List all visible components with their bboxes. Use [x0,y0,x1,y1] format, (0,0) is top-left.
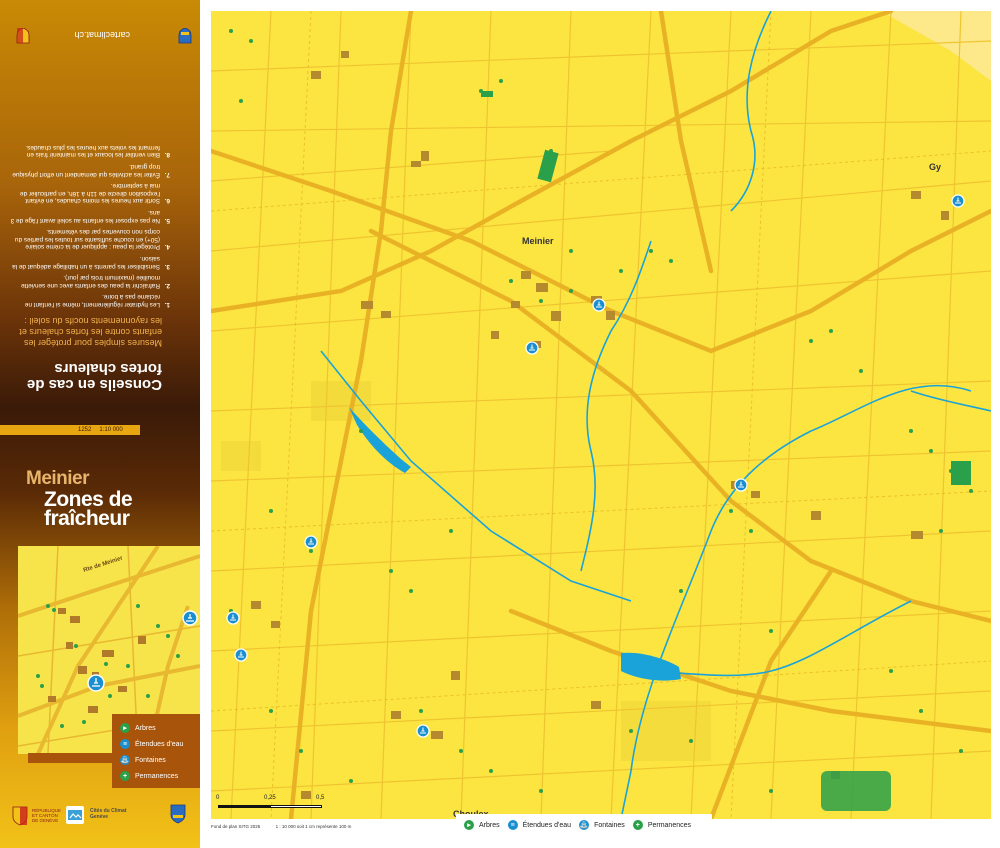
website-url[interactable]: carteclimat.ch [74,30,130,40]
geneva-crest-icon [16,28,30,44]
advice-list: 1. Les hydrater régulièrement, même si l'… [10,139,170,308]
advice-item: 4. Protéger la peau : appliquer de la crè… [15,228,170,251]
fountain-icon: ⛲ [120,755,130,765]
water-icon: ≡ [507,820,518,830]
legend-row-water: ≡ Étendues d'eau [120,736,200,752]
cross-icon: + [120,771,130,781]
advice-block: Conseils en cas de fortes chaleurs Mesur… [0,0,200,424]
fountain-icon[interactable] [416,724,430,738]
fountain-icon[interactable] [304,535,318,549]
scale-label-0: 0 [216,795,220,801]
commune-title: Meinier [26,468,90,489]
legend-row-trees: ▸ Arbres [120,720,200,736]
legend-permanences: + Permanences [632,820,691,830]
advice-item: 7. Éviter les activités qui demandent un … [12,163,170,178]
page-title: Zones de fraîcheur [44,488,133,530]
advice-item: 3. Sensibiliser les parents à un habillag… [12,255,170,270]
legend-fountains: ⛲ Fontaines [579,820,625,830]
advice-item: 1. Les hydrater régulièrement, même si l'… [24,293,170,308]
legend-row-permanences: + Permanences [120,768,200,784]
inset-legend-bar [28,753,112,763]
map-graphic [211,11,991,819]
scale-ratio: 1:10 000 [99,427,123,433]
cites-climat-logo-text: Cités du Climat Genève [90,808,127,820]
commune-crest-icon [170,804,186,824]
geneva-crest-icon [12,806,28,826]
scale-label-05: 0,5 [316,795,325,801]
fountain-icon[interactable] [734,478,748,492]
map-source: Fond de plan SITG 2025 [211,824,261,829]
scale-segment [270,805,322,808]
advice-item: 2. Rafraîchir la peau des enfants avec un… [21,274,170,289]
place-label-meinier: Meinier [522,236,554,246]
legend-water: ≡ Étendues d'eau [507,820,571,830]
fountain-icon[interactable] [226,611,240,625]
scale-strip: 1252 1:10 000 [0,425,140,435]
advice-title: Conseils en cas de fortes chaleurs [26,360,162,393]
tree-icon: ▸ [120,723,130,733]
inset-fountain-icon[interactable] [87,674,105,692]
fountain-icon: ⛲ [579,820,590,830]
scale-code: 1252 [78,427,92,433]
legend-trees: ▸ Arbres [464,820,500,830]
footer-note: Fond de plan SITG 2025 1 : 10 000 soit 1… [211,824,351,829]
scale-bar: 0 0,25 0,5 [216,795,326,815]
place-label-gy: Gy [929,162,942,172]
fountain-icon[interactable] [592,298,606,312]
fountain-icon[interactable] [234,648,248,662]
republic-logo-text: RÉPUBLIQUE ET CANTON DE GENÈVE [32,808,62,823]
advice-block-flipped: Conseils en cas de fortes chaleurs Mesur… [0,0,200,424]
scale-label-025: 0,25 [264,795,276,801]
map-legend: ▸ Arbres ≡ Étendues d'eau ⛲ Fontaines + … [456,814,712,836]
advice-item: 5. Ne pas exposer les enfants au soleil a… [10,209,170,224]
scale-segment [218,805,270,808]
commune-crest-icon [178,28,192,44]
logos: RÉPUBLIQUE ET CANTON DE GENÈVE Cités du … [0,800,200,840]
tree-icon: ▸ [464,820,474,830]
fountain-icon[interactable] [951,194,965,208]
advice-item: 8. Bien ventiler les locaux et les mainte… [25,143,170,159]
legend-row-fountains: ⛲ Fontaines [120,755,166,765]
cites-climat-logo-icon [66,806,84,824]
advice-item: 6. Sortir aux heures les moins chaudes, e… [19,182,170,205]
inset-legend: ▸ Arbres ≡ Étendues d'eau ⛲ Fontaines + … [112,714,200,788]
map-scale-note: 1 : 10 000 soit 1 cm représente 100 m [275,824,352,829]
advice-subtitle: Mesures simples pour protéger les enfant… [19,316,162,348]
fountain-icon[interactable] [525,341,539,355]
info-panel: Conseils en cas de fortes chaleurs Mesur… [0,0,200,848]
cross-icon: + [632,820,643,830]
main-map[interactable]: Meinier Gy Choulex [211,11,991,819]
inset-fountain-icon[interactable] [182,610,198,626]
water-icon: ≡ [120,739,130,749]
